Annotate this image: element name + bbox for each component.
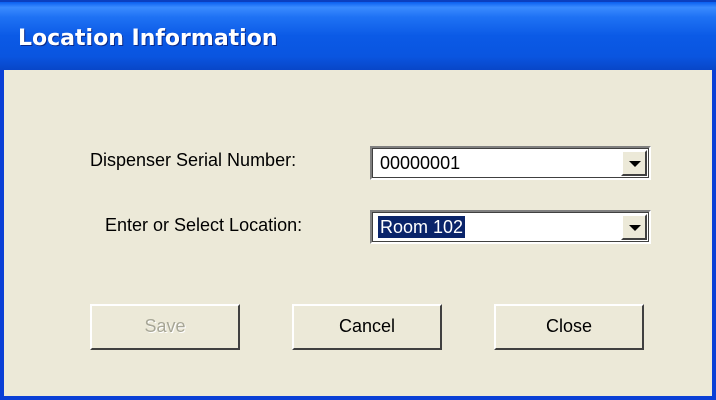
serial-number-combobox[interactable]: 00000001 (370, 146, 651, 180)
chevron-down-icon (629, 161, 641, 167)
location-information-dialog: Location Information Dispenser Serial Nu… (0, 0, 716, 400)
chevron-down-icon (629, 225, 641, 231)
close-button[interactable]: Close (494, 304, 644, 350)
window-title: Location Information (18, 26, 278, 51)
location-dropdown-button[interactable] (621, 214, 647, 240)
title-bar[interactable]: Location Information (0, 0, 716, 70)
serial-number-dropdown-button[interactable] (621, 150, 647, 176)
location-value[interactable]: Room 102 (376, 215, 467, 239)
serial-number-value[interactable]: 00000001 (378, 152, 462, 174)
location-combobox[interactable]: Room 102 (370, 210, 651, 244)
dialog-body: Dispenser Serial Number: 00000001 Enter … (4, 70, 712, 400)
location-label: Enter or Select Location: (105, 215, 303, 235)
serial-number-label: Dispenser Serial Number: (90, 150, 297, 170)
cancel-button[interactable]: Cancel (292, 304, 442, 350)
save-button[interactable]: Save (90, 304, 240, 350)
